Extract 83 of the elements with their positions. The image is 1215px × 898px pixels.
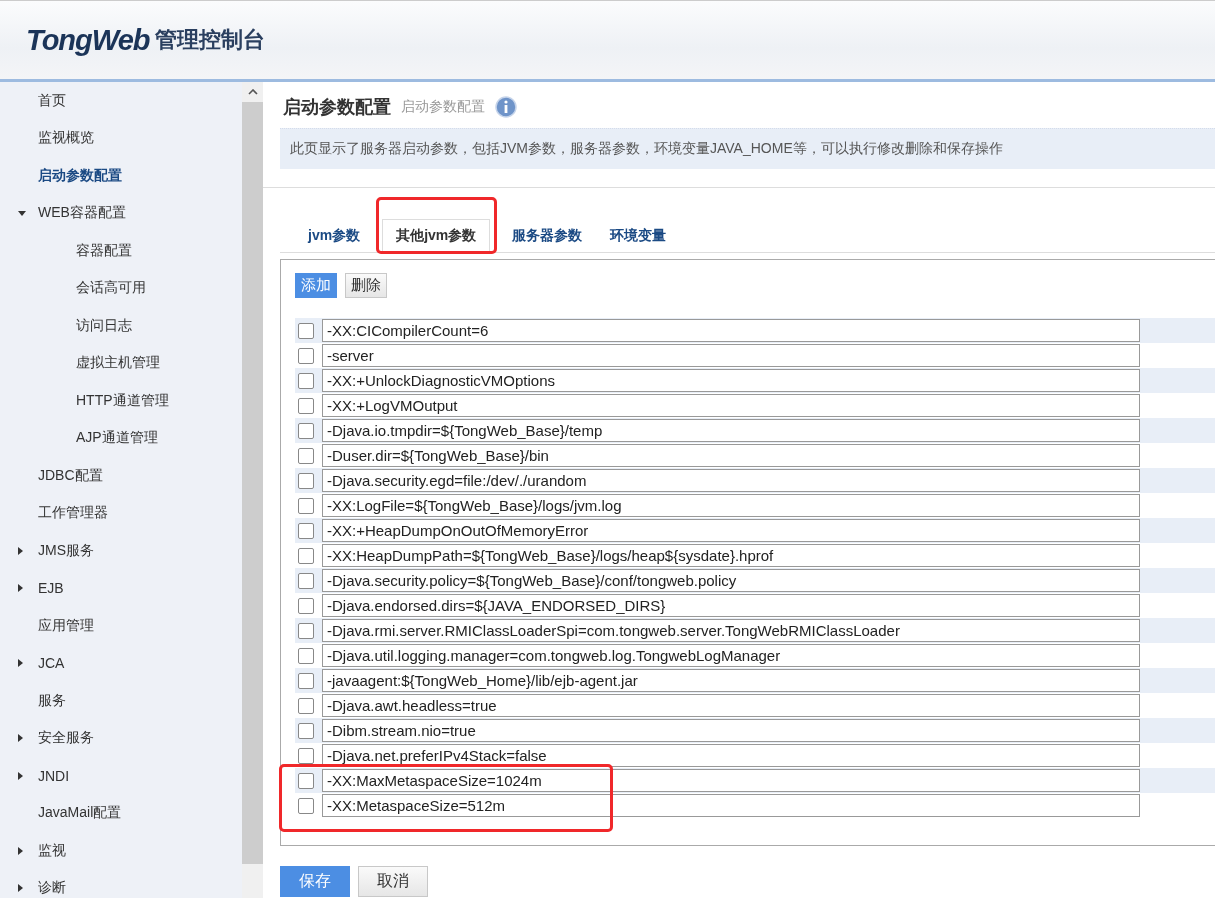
sidebar-item[interactable]: 服务 — [38, 691, 66, 710]
tab[interactable]: 其他jvm参数 — [382, 219, 491, 253]
param-input[interactable]: -XX:+HeapDumpOnOutOfMemoryError — [322, 519, 1140, 542]
sidebar-item[interactable]: JavaMail配置 — [38, 804, 122, 823]
checkbox[interactable] — [298, 422, 314, 439]
checkbox[interactable] — [298, 497, 314, 514]
param-input[interactable]: -Djava.rmi.server.RMIClassLoaderSpi=com.tongweb.server.TongWebRMIClassLoader — [322, 619, 1140, 642]
sidebar-item[interactable]: 启动参数配置 — [38, 166, 122, 185]
logo: TongWeb — [26, 23, 150, 57]
checkbox[interactable] — [298, 547, 314, 564]
param-input[interactable]: -Dibm.stream.nio=true — [322, 719, 1140, 742]
page-title: 启动参数配置 — [283, 96, 391, 119]
param-input[interactable]: -Djava.security.policy=${TongWeb_Base}/conf/tongweb.policy — [322, 569, 1140, 592]
sidebar-item[interactable]: JDBC配置 — [38, 466, 103, 485]
checkbox[interactable] — [298, 572, 314, 589]
sidebar-item[interactable]: JNDI — [38, 767, 70, 784]
param-input[interactable]: -XX:HeapDumpPath=${TongWeb_Base}/logs/heap${sysdate}.hprof — [322, 544, 1140, 567]
caret-right-icon[interactable] — [18, 884, 23, 893]
param-input[interactable]: -javaagent:${TongWeb_Home}/lib/ejb-agent.jar — [322, 669, 1140, 692]
checkbox[interactable] — [298, 722, 314, 739]
checkbox[interactable] — [298, 772, 314, 789]
sidebar-item[interactable]: 工作管理器 — [38, 504, 108, 523]
checkbox[interactable] — [298, 697, 314, 714]
caret-right-icon[interactable] — [18, 846, 23, 855]
sidebar-item[interactable]: AJP通道管理 — [76, 429, 158, 448]
param-input[interactable]: -Djava.io.tmpdir=${TongWeb_Base}/temp — [322, 419, 1140, 442]
sidebar-item[interactable]: 诊断 — [38, 879, 66, 898]
param-input[interactable]: -Duser.dir=${TongWeb_Base}/bin — [322, 444, 1140, 467]
sidebar-item[interactable]: 会话高可用 — [76, 279, 146, 298]
checkbox[interactable] — [298, 472, 314, 489]
sidebar-item[interactable]: 访问日志 — [76, 316, 132, 335]
param-input[interactable]: -Djava.security.egd=file:/dev/./urandom — [322, 469, 1140, 492]
checkbox[interactable] — [298, 597, 314, 614]
header-title: 管理控制台 — [155, 26, 266, 54]
checkbox[interactable] — [298, 347, 314, 364]
checkbox[interactable] — [298, 372, 314, 389]
scroll-up-icon[interactable] — [247, 89, 258, 95]
caret-right-icon[interactable] — [18, 659, 23, 668]
param-input[interactable]: -XX:MaxMetaspaceSize=1024m — [322, 769, 1140, 792]
checkbox[interactable] — [298, 797, 314, 814]
sidebar-item[interactable]: 应用管理 — [38, 616, 94, 635]
checkbox[interactable] — [298, 397, 314, 414]
checkbox[interactable] — [298, 322, 314, 339]
checkbox[interactable] — [298, 447, 314, 464]
checkbox[interactable] — [298, 647, 314, 664]
description-text: 此页显示了服务器启动参数，包括JVM参数，服务器参数，环境变量JAVA_HOME等，可以执行修改删除和保存操作 — [290, 140, 1003, 158]
param-input[interactable]: -Djava.net.preferIPv4Stack=false — [322, 744, 1140, 767]
sidebar-item[interactable]: JMS服务 — [38, 541, 94, 560]
param-input[interactable]: -server — [322, 344, 1140, 367]
page-subtitle: 启动参数配置 — [401, 98, 485, 116]
param-input[interactable]: -XX:MetaspaceSize=512m — [322, 794, 1140, 817]
param-input[interactable]: -Djava.awt.headless=true — [322, 694, 1140, 717]
caret-right-icon[interactable] — [18, 771, 23, 780]
sidebar-item[interactable]: 虚拟主机管理 — [76, 354, 160, 373]
info-icon[interactable] — [495, 96, 517, 118]
sidebar-item[interactable]: 监视概览 — [38, 129, 94, 148]
param-input[interactable]: -Djava.util.logging.manager=com.tongweb.log.TongwebLogManager — [322, 644, 1140, 667]
caret-down-icon[interactable] — [18, 210, 26, 216]
checkbox[interactable] — [298, 622, 314, 639]
caret-right-icon[interactable] — [18, 546, 23, 555]
tab[interactable]: 服务器参数 — [498, 219, 597, 253]
sidebar-item[interactable]: 安全服务 — [38, 729, 94, 748]
sidebar-item[interactable]: JCA — [38, 655, 65, 672]
param-input[interactable]: -XX:CICompilerCount=6 — [322, 319, 1140, 342]
sidebar-item[interactable]: 监视 — [38, 841, 66, 860]
caret-right-icon[interactable] — [18, 734, 23, 743]
sidebar-item[interactable]: HTTP通道管理 — [76, 391, 169, 410]
checkbox[interactable] — [298, 747, 314, 764]
param-input[interactable]: -XX:+UnlockDiagnosticVMOptions — [322, 369, 1140, 392]
caret-right-icon[interactable] — [18, 584, 23, 593]
tab[interactable]: jvm参数 — [294, 219, 375, 253]
footer-button[interactable]: 取消 — [358, 866, 428, 897]
sidebar-item[interactable]: 首页 — [38, 91, 66, 110]
checkbox[interactable] — [298, 522, 314, 539]
tab[interactable]: 环境变量 — [596, 219, 681, 253]
param-input[interactable]: -XX:+LogVMOutput — [322, 394, 1140, 417]
sidebar-item[interactable]: EJB — [38, 580, 64, 597]
sidebar-item[interactable]: WEB容器配置 — [38, 204, 126, 223]
param-input[interactable]: -Djava.endorsed.dirs=${JAVA_ENDORSED_DIRS} — [322, 594, 1140, 617]
checkbox[interactable] — [298, 672, 314, 689]
param-input[interactable]: -XX:LogFile=${TongWeb_Base}/logs/jvm.log — [322, 494, 1140, 517]
toolbar-button[interactable]: 删除 — [345, 273, 387, 298]
sidebar-item[interactable]: 容器配置 — [76, 241, 132, 260]
